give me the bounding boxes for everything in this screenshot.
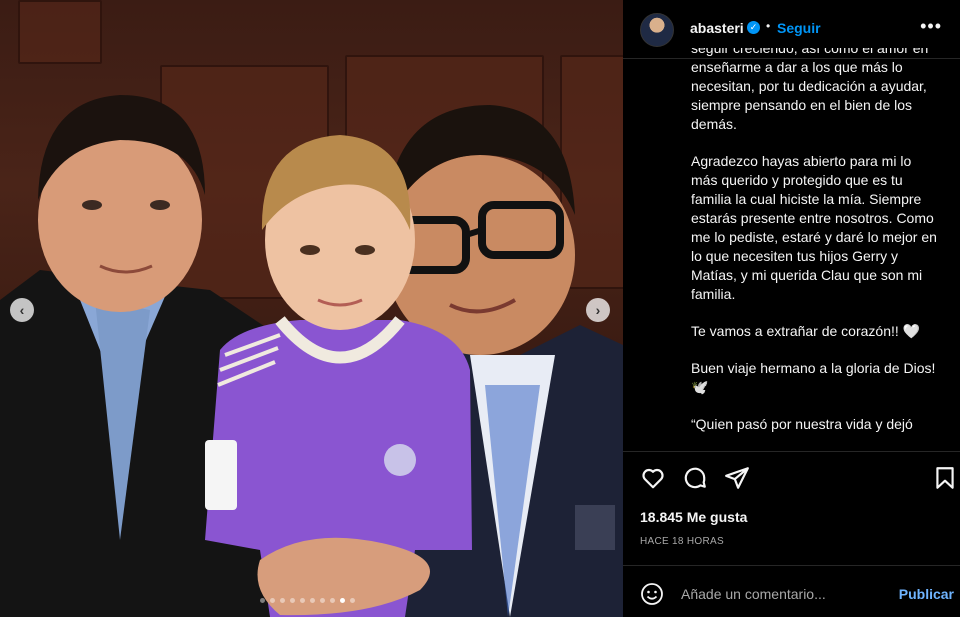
carousel-dot: [330, 598, 335, 603]
post-caption: seguir creciendo, así como el amor en en…: [691, 48, 941, 450]
carousel-dots: [260, 598, 355, 603]
more-icon[interactable]: •••: [920, 16, 942, 37]
chevron-left-icon: ‹: [19, 302, 25, 318]
divider: [623, 565, 960, 566]
separator-dot: •: [766, 19, 771, 33]
post-sidebar: abasteri ✓ • Seguir ••• seguir creciendo…: [623, 0, 960, 617]
publish-button[interactable]: Publicar: [899, 586, 954, 602]
carousel-dot: [300, 598, 305, 603]
caption-paragraph: Agradezco hayas abierto para mi lo más q…: [691, 153, 937, 302]
comment-input[interactable]: Añade un comentario...: [681, 586, 826, 602]
chevron-right-icon: ›: [595, 302, 601, 318]
emoji-icon[interactable]: [640, 582, 664, 606]
carousel-dot: [310, 598, 315, 603]
carousel-dot: [270, 598, 275, 603]
timestamp[interactable]: HACE 18 HORAS: [640, 536, 724, 547]
caption-paragraph: seguir creciendo, así como el amor en en…: [691, 48, 929, 132]
carousel-dot: [340, 598, 345, 603]
caption-paragraph: Te vamos a extrañar de corazón!! 🤍: [691, 323, 921, 339]
carousel-dot: [260, 598, 265, 603]
follow-button[interactable]: Seguir: [777, 20, 821, 36]
carousel-dot: [350, 598, 355, 603]
post-photo[interactable]: ‹ ›: [0, 0, 623, 617]
wood-panel: [18, 0, 102, 64]
avatar[interactable]: [640, 13, 674, 47]
bookmark-icon[interactable]: [932, 465, 958, 491]
carousel-dot: [290, 598, 295, 603]
carousel-prev-button[interactable]: ‹: [10, 298, 34, 322]
heart-icon[interactable]: [640, 465, 666, 491]
carousel-next-button[interactable]: ›: [586, 298, 610, 322]
carousel-dot: [320, 598, 325, 603]
verified-icon: ✓: [747, 21, 760, 34]
carousel-dot: [280, 598, 285, 603]
likes-count[interactable]: 18.845 Me gusta: [640, 509, 747, 525]
caption-paragraph: Buen viaje hermano a la gloria de Dios! …: [691, 360, 936, 395]
username[interactable]: abasteri: [690, 20, 744, 36]
caption-paragraph: “Quien pasó por nuestra vida y dejó: [691, 416, 913, 432]
share-icon[interactable]: [724, 465, 750, 491]
post-actions: [640, 465, 954, 491]
comment-icon[interactable]: [682, 465, 708, 491]
divider: [623, 451, 960, 452]
